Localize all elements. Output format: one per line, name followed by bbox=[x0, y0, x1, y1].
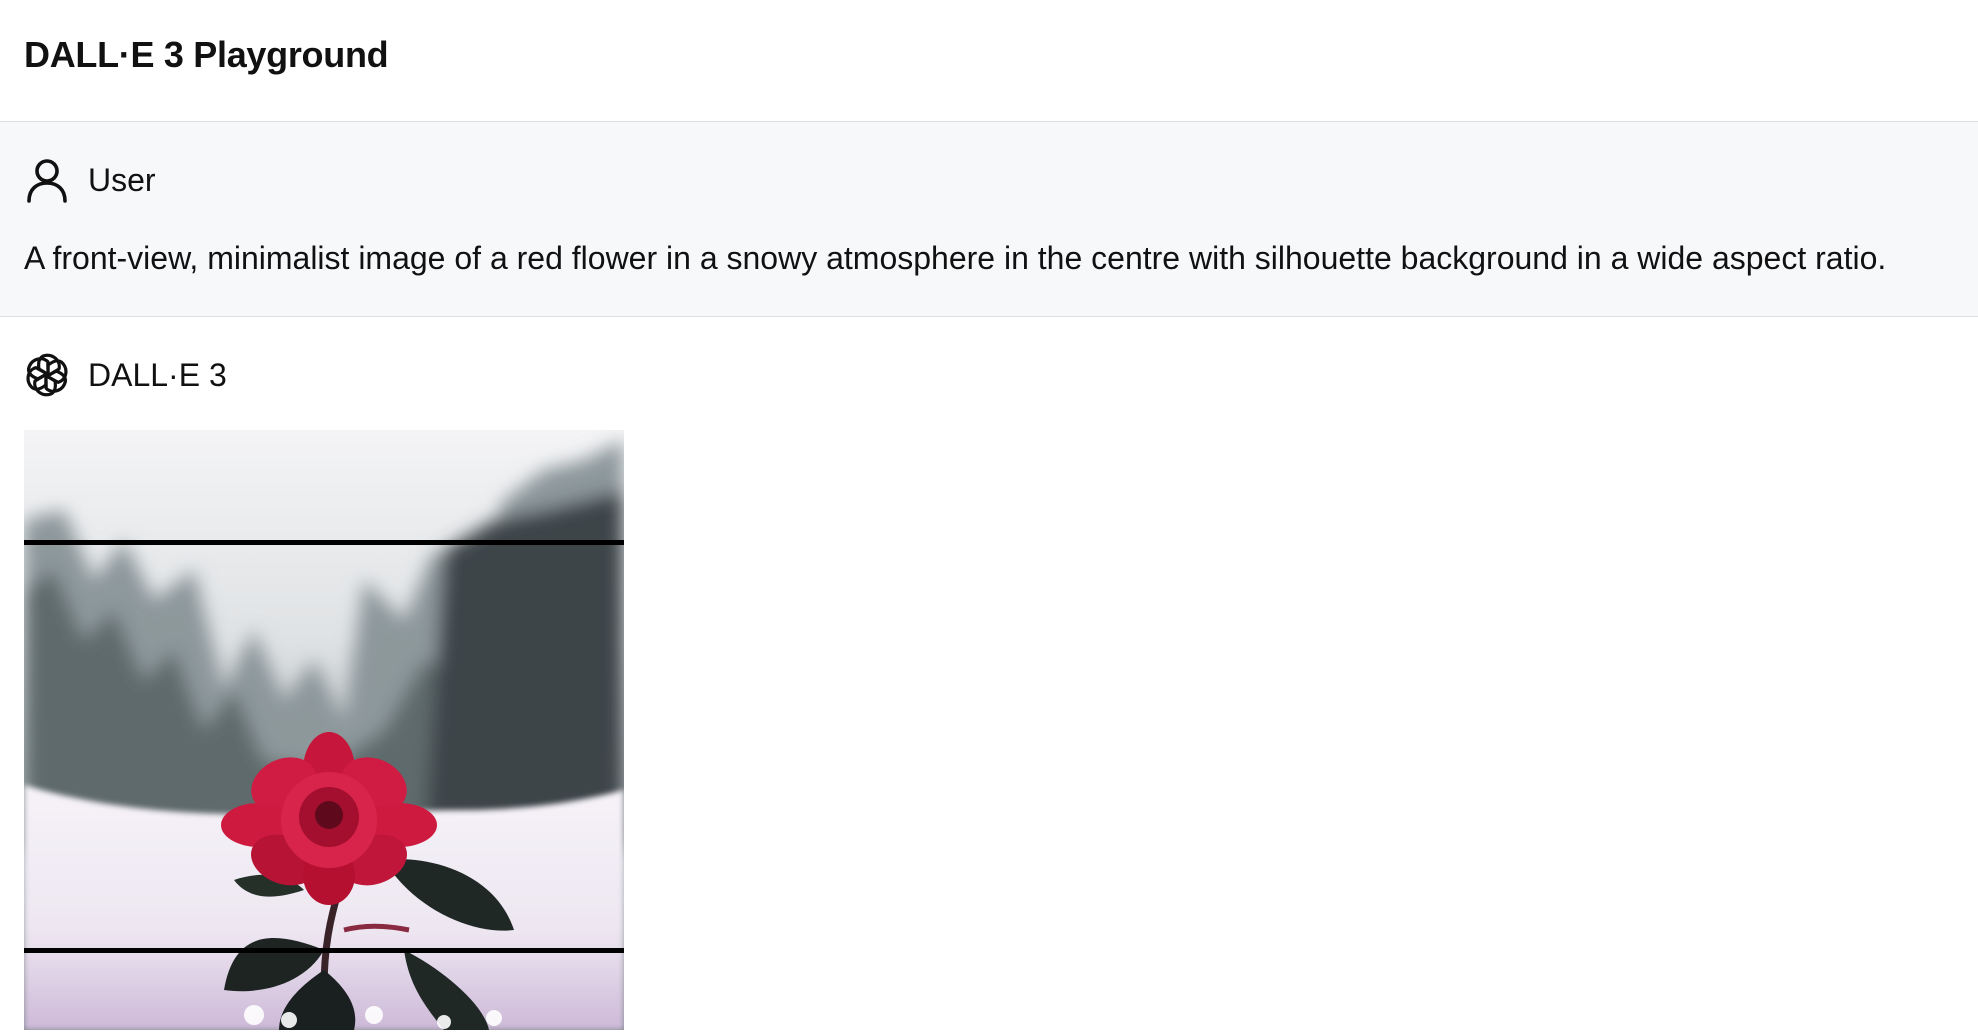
openai-logo-icon bbox=[24, 352, 70, 398]
generated-image[interactable] bbox=[24, 430, 624, 1030]
app-header: DALL·E 3 Playground bbox=[0, 0, 1978, 122]
user-icon bbox=[24, 157, 70, 203]
user-prompt-text: A front-view, minimalist image of a red … bbox=[24, 240, 1887, 276]
user-role-row: User bbox=[24, 154, 156, 206]
assistant-message: DALL·E 3 bbox=[0, 317, 1978, 1032]
user-message: User A front-view, minimalist image of a… bbox=[0, 122, 1978, 317]
user-role-label: User bbox=[88, 162, 156, 198]
assistant-role-row: DALL·E 3 bbox=[24, 349, 227, 401]
assistant-role-label: DALL·E 3 bbox=[88, 357, 227, 393]
app-title: DALL·E 3 Playground bbox=[24, 34, 389, 75]
playground-page: DALL·E 3 Playground User A front-view, m… bbox=[0, 0, 1978, 1032]
